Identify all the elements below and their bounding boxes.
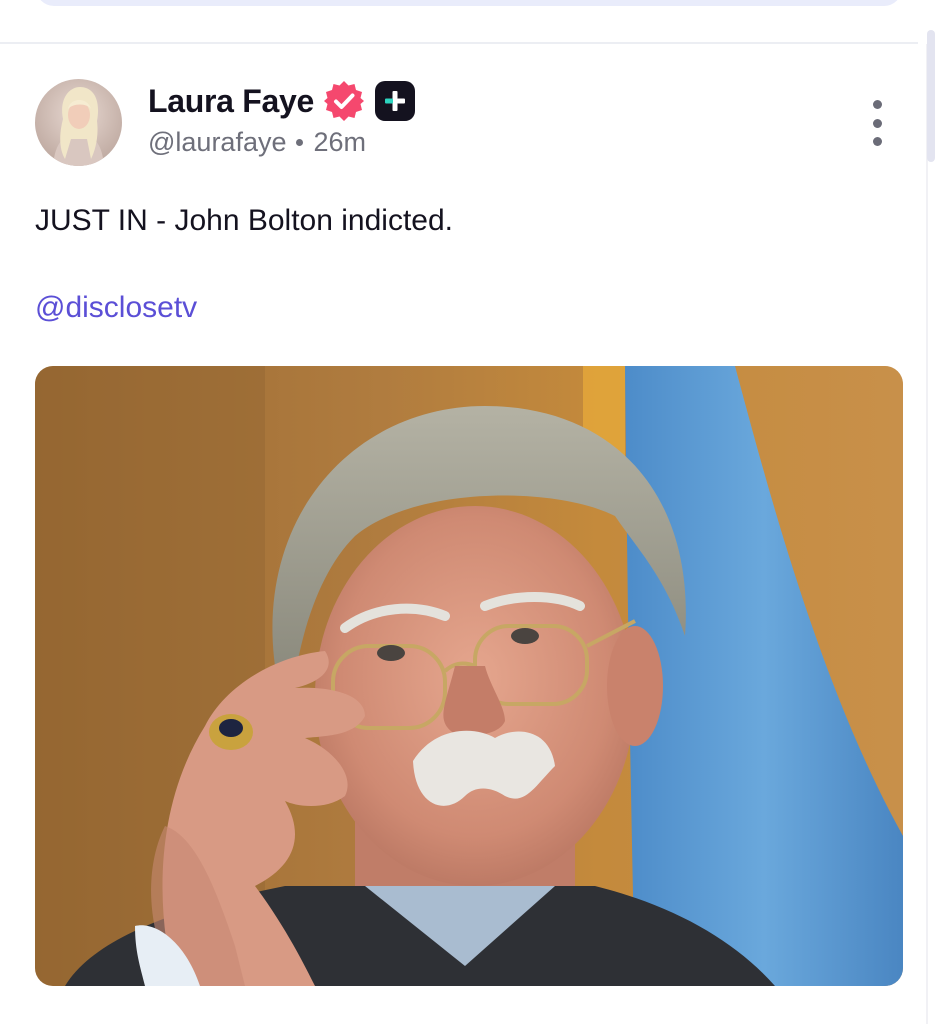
verified-badge-icon <box>323 81 364 121</box>
separator-dot <box>296 139 304 146</box>
author-name-row: Laura Faye <box>148 80 416 122</box>
author-meta-row: @laurafaye 26m <box>148 127 366 158</box>
more-options-button[interactable] <box>864 100 890 146</box>
more-vertical-icon-dot <box>872 137 882 146</box>
more-vertical-icon <box>872 100 882 109</box>
more-vertical-icon-dot <box>872 118 882 128</box>
post-text: JUST IN - John Bolton indicted. <box>35 204 453 237</box>
author-display-name[interactable]: Laura Faye <box>148 83 314 120</box>
post-divider <box>0 42 918 44</box>
plus-badge-icon <box>374 81 415 121</box>
post-feed: Laura Faye @laurafaye 26m JUST IN - John… <box>0 0 938 1024</box>
scrollbar-thumb[interactable] <box>927 30 935 162</box>
previous-card <box>36 0 902 6</box>
avatar[interactable] <box>35 79 122 166</box>
author-handle[interactable]: @laurafaye <box>148 127 286 158</box>
scroll-track <box>926 44 928 1024</box>
post-timestamp[interactable]: 26m <box>313 127 366 158</box>
mention-link[interactable]: @disclosetv <box>35 291 197 325</box>
post-image[interactable] <box>35 366 903 986</box>
